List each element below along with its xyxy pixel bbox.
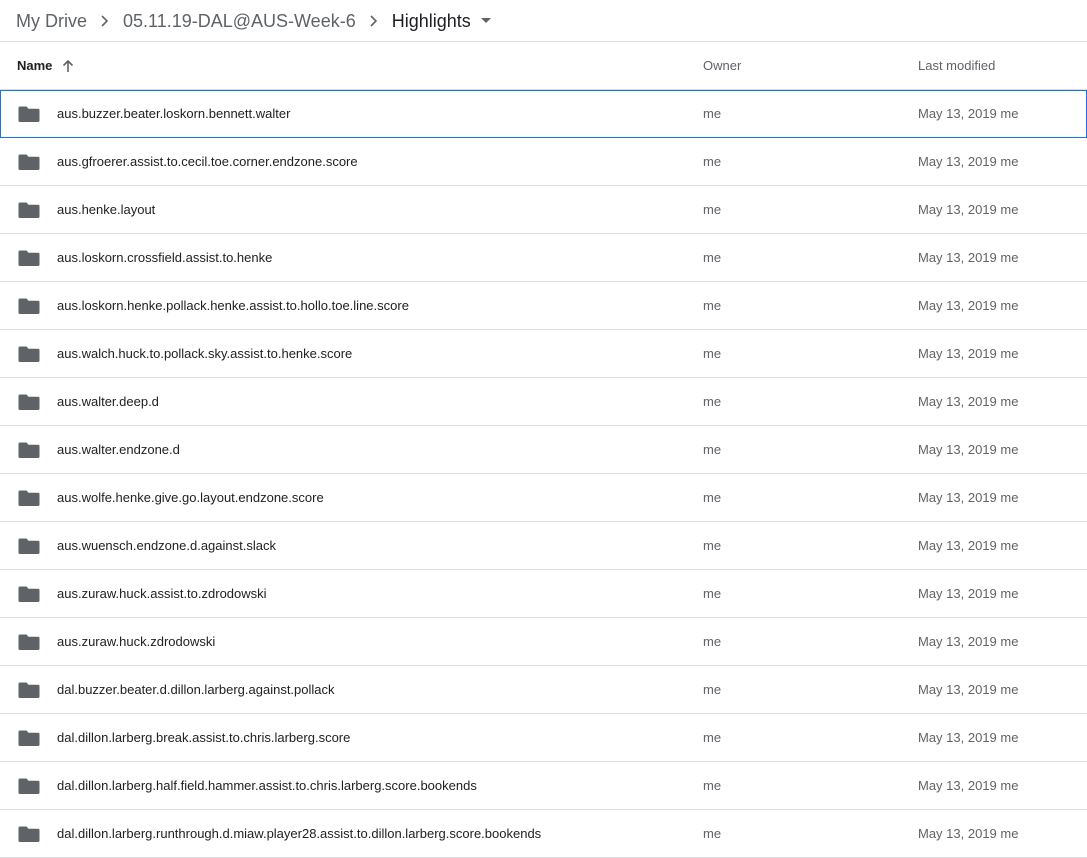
file-last-modified: May 13, 2019 me [918,346,1019,361]
file-name[interactable]: aus.zuraw.huck.assist.to.zdrodowski [57,586,267,601]
folder-icon [18,105,40,123]
folder-icon [18,777,40,795]
file-owner: me [703,682,722,697]
folder-icon [18,489,40,507]
table-row[interactable]: aus.zuraw.huck.assist.to.zdrodowski me May… [0,570,1087,618]
file-owner: me [703,394,722,409]
file-last-modified: May 13, 2019 me [918,538,1019,553]
file-owner: me [703,730,722,745]
file-name[interactable]: aus.henke.layout [57,202,155,217]
folder-icon [18,825,40,843]
table-row[interactable]: aus.wuensch.endzone.d.against.slack me May… [0,522,1087,570]
folder-icon [18,441,40,459]
caret-down-icon [477,12,495,30]
file-owner: me [703,778,722,793]
breadcrumb: My Drive 05.11.19-DAL@AUS-Week-6 Highlig… [0,0,1087,42]
file-name[interactable]: aus.wuensch.endzone.d.against.slack [57,538,276,553]
table-row[interactable]: aus.zuraw.huck.zdrodowski me May 13, 2019 … [0,618,1087,666]
file-owner: me [703,538,722,553]
folder-icon [18,537,40,555]
table-row[interactable]: aus.walch.huck.to.pollack.sky.assist.to.… [0,330,1087,378]
file-owner: me [703,490,722,505]
file-name[interactable]: aus.walch.huck.to.pollack.sky.assist.to.… [57,346,352,361]
file-last-modified: May 13, 2019 me [918,250,1019,265]
owner-column-header[interactable]: Owner [703,58,741,73]
file-name[interactable]: aus.walter.deep.d [57,394,159,409]
file-name[interactable]: dal.dillon.larberg.runthrough.d.miaw.pla… [57,826,541,841]
table-row[interactable]: dal.dillon.larberg.half.field.hammer.ass… [0,762,1087,810]
table-row[interactable]: aus.buzzer.beater.loskorn.bennett.walter… [0,90,1087,138]
file-owner: me [703,202,722,217]
file-name[interactable]: aus.gfroerer.assist.to.cecil.toe.corner.… [57,154,358,169]
folder-icon [18,681,40,699]
folder-icon [18,201,40,219]
file-name[interactable]: aus.walter.endzone.d [57,442,180,457]
table-row[interactable]: aus.walter.deep.d me May 13, 2019 me [0,378,1087,426]
table-header: Name Owner Last modified [0,42,1087,90]
chevron-right-icon [87,14,123,27]
folder-icon [18,249,40,267]
file-last-modified: May 13, 2019 me [918,826,1019,841]
name-column-label: Name [17,58,53,73]
file-owner: me [703,154,722,169]
file-name[interactable]: aus.loskorn.crossfield.assist.to.henke [57,250,272,265]
file-last-modified: May 13, 2019 me [918,298,1019,313]
table-row[interactable]: dal.dillon.larberg.break.assist.to.chris… [0,714,1087,762]
file-name[interactable]: aus.wolfe.henke.give.go.layout.endzone.s… [57,490,324,505]
table-row[interactable]: aus.wolfe.henke.give.go.layout.endzone.s… [0,474,1087,522]
file-owner: me [703,298,722,313]
file-last-modified: May 13, 2019 me [918,106,1019,121]
name-column-header[interactable]: Name [17,58,76,74]
file-last-modified: May 13, 2019 me [918,682,1019,697]
table-row[interactable]: aus.loskorn.crossfield.assist.to.henke me… [0,234,1087,282]
folder-icon [18,393,40,411]
file-last-modified: May 13, 2019 me [918,490,1019,505]
file-list: aus.buzzer.beater.loskorn.bennett.walter… [0,90,1087,858]
file-owner: me [703,826,722,841]
file-last-modified: May 13, 2019 me [918,202,1019,217]
breadcrumb-item-current[interactable]: Highlights [392,9,495,33]
table-row[interactable]: dal.dillon.larberg.runthrough.d.miaw.pla… [0,810,1087,858]
table-row[interactable]: aus.walter.endzone.d me May 13, 2019 me [0,426,1087,474]
file-owner: me [703,106,722,121]
file-owner: me [703,634,722,649]
file-owner: me [703,346,722,361]
table-row[interactable]: aus.loskorn.henke.pollack.henke.assist.t… [0,282,1087,330]
folder-icon [18,585,40,603]
file-name[interactable]: aus.buzzer.beater.loskorn.bennett.walter [57,106,290,121]
file-name[interactable]: dal.dillon.larberg.half.field.hammer.ass… [57,778,477,793]
file-name[interactable]: aus.zuraw.huck.zdrodowski [57,634,215,649]
table-row[interactable]: aus.henke.layout me May 13, 2019 me [0,186,1087,234]
folder-icon [18,297,40,315]
file-last-modified: May 13, 2019 me [918,394,1019,409]
folder-icon [18,345,40,363]
file-name[interactable]: aus.loskorn.henke.pollack.henke.assist.t… [57,298,409,313]
table-row[interactable]: aus.gfroerer.assist.to.cecil.toe.corner.… [0,138,1087,186]
file-last-modified: May 13, 2019 me [918,586,1019,601]
file-last-modified: May 13, 2019 me [918,154,1019,169]
breadcrumb-current-label: Highlights [391,10,471,31]
file-last-modified: May 13, 2019 me [918,634,1019,649]
file-owner: me [703,250,722,265]
file-name[interactable]: dal.dillon.larberg.break.assist.to.chris… [57,730,350,745]
file-owner: me [703,442,722,457]
table-row[interactable]: dal.buzzer.beater.d.dillon.larberg.again… [0,666,1087,714]
folder-icon [18,633,40,651]
folder-icon [18,153,40,171]
breadcrumb-item-my-drive[interactable]: My Drive [16,9,87,33]
chevron-right-icon [356,14,392,27]
folder-icon [18,729,40,747]
file-last-modified: May 13, 2019 me [918,730,1019,745]
last-modified-column-header[interactable]: Last modified [918,58,995,73]
file-last-modified: May 13, 2019 me [918,778,1019,793]
file-owner: me [703,586,722,601]
arrow-up-icon[interactable] [60,58,76,74]
file-last-modified: May 13, 2019 me [918,442,1019,457]
file-name[interactable]: dal.buzzer.beater.d.dillon.larberg.again… [57,682,335,697]
breadcrumb-item-folder[interactable]: 05.11.19-DAL@AUS-Week-6 [123,9,356,33]
